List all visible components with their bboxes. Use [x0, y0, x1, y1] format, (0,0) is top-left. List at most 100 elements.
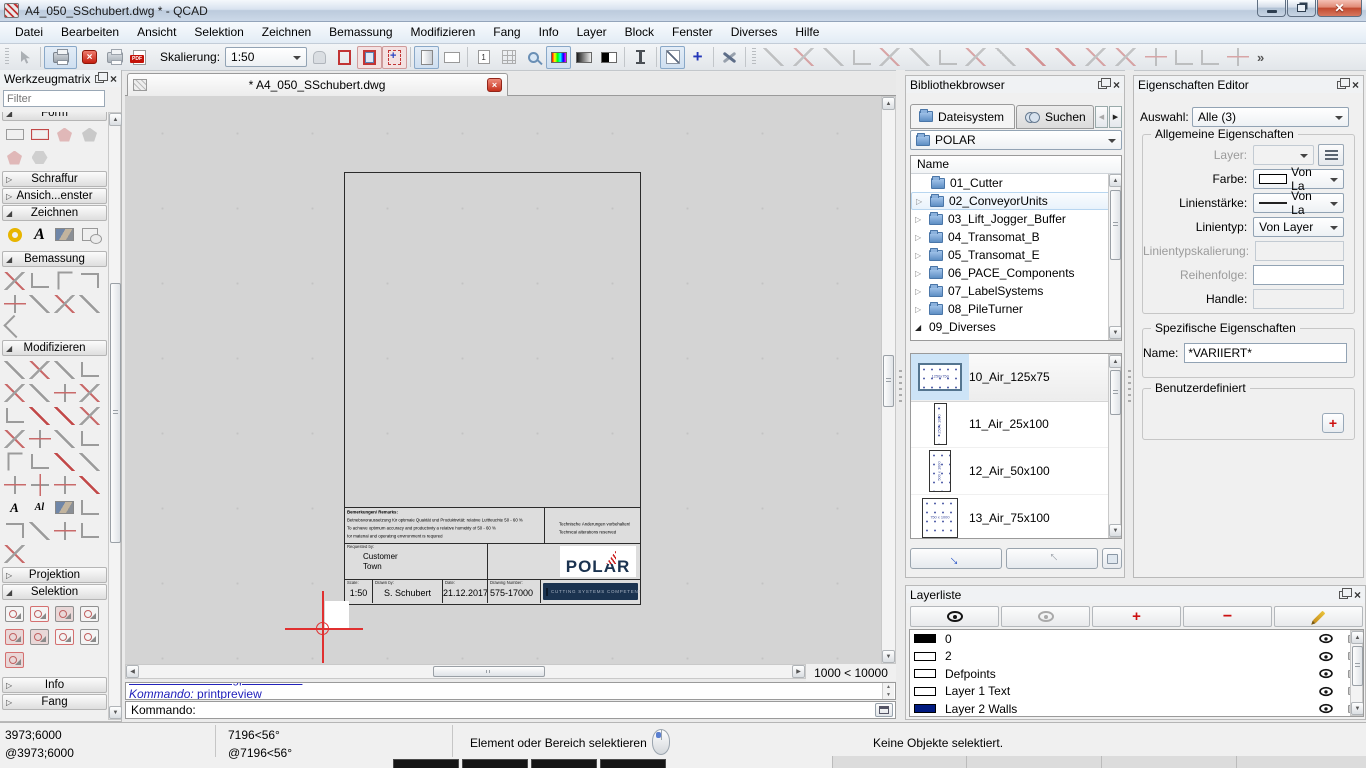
mirror-tool-icon[interactable] — [763, 48, 785, 66]
paper-fixed-button[interactable] — [357, 46, 382, 69]
layer-visible-icon[interactable] — [1319, 687, 1333, 696]
list-scrollbar[interactable]: ▲ ▼ — [1108, 354, 1121, 538]
modify-tool[interactable] — [2, 358, 27, 381]
tree-item-07-labelsystems[interactable]: ▷ 07_LabelSystems — [911, 282, 1121, 300]
menu-diverses[interactable]: Diverses — [722, 22, 787, 43]
modify-tool[interactable] — [52, 381, 77, 404]
tree-item-02-conveyorunits[interactable]: ▷ 02_ConveyorUnits — [911, 192, 1121, 210]
modify-tool[interactable] — [77, 381, 102, 404]
select-tool[interactable] — [2, 648, 27, 671]
hexagon-tool[interactable] — [27, 146, 52, 169]
color-combobox[interactable]: Von La — [1253, 169, 1344, 189]
tab-suchen[interactable]: Suchen — [1016, 105, 1094, 129]
modify-tool[interactable]: Al — [27, 496, 52, 519]
menu-fang[interactable]: Fang — [484, 22, 529, 43]
layer-row-2[interactable]: 2 — [910, 648, 1363, 666]
tree-item-03-lift-jogger-buffer[interactable]: ▷ 03_Lift_Jogger_Buffer — [911, 210, 1121, 228]
modify-tool[interactable] — [2, 450, 27, 473]
modify-tool[interactable] — [27, 450, 52, 473]
modify-tool[interactable] — [2, 427, 27, 450]
insert-block-button[interactable]: → — [910, 548, 1002, 569]
layer-visible-icon[interactable] — [1319, 634, 1333, 643]
lineweight-button[interactable] — [628, 46, 653, 69]
menu-hilfe[interactable]: Hilfe — [786, 22, 828, 43]
remove-layer-button[interactable]: − — [1183, 606, 1272, 627]
dim-horizontal-tool[interactable] — [52, 269, 77, 292]
selection-pointer-button[interactable] — [12, 46, 37, 69]
menu-info[interactable]: Info — [530, 22, 568, 43]
menu-modifizieren[interactable]: Modifizieren — [402, 22, 485, 43]
section-modifizieren[interactable]: ◢ Modifizieren — [2, 340, 107, 356]
draworder-input[interactable] — [1253, 265, 1344, 285]
expand-icon[interactable]: ▷ — [915, 305, 929, 314]
menu-bemassung[interactable]: Bemassung — [320, 22, 401, 43]
modify-tool[interactable] — [27, 358, 52, 381]
scrollbar-thumb[interactable] — [1110, 190, 1121, 260]
lineweight-combobox[interactable]: Von La — [1253, 193, 1344, 213]
text-tool[interactable]: A — [27, 223, 52, 246]
select-tool[interactable] — [2, 625, 27, 648]
float-panel-icon[interactable] — [1098, 81, 1107, 89]
explode-tool-icon[interactable] — [995, 48, 1017, 66]
layer-row-layer2walls[interactable]: Layer 2 Walls — [910, 700, 1363, 717]
filter-input[interactable] — [3, 90, 105, 107]
menu-fenster[interactable]: Fenster — [663, 22, 722, 43]
modify-tool[interactable] — [52, 519, 77, 542]
menu-block[interactable]: Block — [616, 22, 663, 43]
polygon2-tool[interactable] — [77, 123, 102, 146]
draft-mode-button[interactable] — [660, 46, 685, 69]
scroll-down-icon[interactable]: ▼ — [1351, 702, 1364, 715]
modify-tool[interactable] — [52, 473, 77, 496]
select-tool[interactable] — [27, 625, 52, 648]
tab-dateisystem[interactable]: Dateisystem — [910, 104, 1015, 129]
command-history[interactable]: Kommando: drawingpreferences Kommando: p… — [125, 682, 896, 700]
selection-combobox[interactable]: Alle (3) — [1192, 107, 1349, 127]
dim-vertical-tool[interactable] — [77, 269, 102, 292]
scrollbar-thumb[interactable] — [883, 355, 894, 407]
toolbar-overflow-chevron[interactable]: » — [1257, 50, 1264, 65]
float-panel-icon[interactable] — [95, 75, 104, 83]
modify-tool[interactable] — [77, 404, 102, 427]
rotate-tool-icon[interactable] — [879, 48, 901, 66]
tree-item-01-cutter[interactable]: 01_Cutter — [911, 174, 1121, 192]
hide-all-layers-button[interactable] — [1001, 606, 1090, 627]
grayscale-button[interactable] — [571, 46, 596, 69]
dim-ordinate-tool[interactable] — [2, 292, 27, 315]
library-path-combo[interactable]: POLAR — [910, 130, 1122, 149]
tool-matrix-scrollbar[interactable]: ▲ ▼ — [108, 112, 121, 720]
close-panel-icon[interactable]: × — [1352, 80, 1359, 90]
refresh-library-button[interactable] — [1102, 548, 1122, 569]
layer-scrollbar[interactable]: ▲ ▼ — [1350, 630, 1363, 716]
section-fang[interactable]: ▷ Fang — [2, 694, 107, 710]
paper-border-button[interactable] — [332, 46, 357, 69]
tree-scrollbar[interactable]: ▲ ▼ — [1108, 174, 1121, 340]
section-schraffur[interactable]: ▷ Schraffur — [2, 171, 107, 187]
scroll-down-icon[interactable]: ▼ — [886, 692, 891, 698]
layer-list-button[interactable] — [1318, 144, 1344, 166]
scroll-up-icon[interactable]: ▲ — [886, 684, 891, 690]
toolbar-drag-handle[interactable] — [5, 48, 9, 66]
modify-tool[interactable] — [27, 381, 52, 404]
collapse-icon[interactable]: ◢ — [915, 323, 929, 332]
scroll-down-icon[interactable]: ▼ — [882, 650, 895, 663]
paper-origin-button[interactable] — [382, 46, 407, 69]
edit-layer-button[interactable] — [1274, 606, 1363, 627]
menu-selektion[interactable]: Selektion — [185, 22, 252, 43]
select-tool[interactable] — [52, 602, 77, 625]
command-input[interactable] — [199, 703, 875, 717]
expand-icon[interactable]: ▷ — [915, 251, 929, 260]
history-scroll-arrows[interactable]: ▲▼ — [882, 683, 894, 699]
multi-page-button[interactable] — [496, 46, 521, 69]
library-item-12[interactable]: 500 x 1000 12_Air_50x100 — [911, 448, 1121, 495]
add-layer-button[interactable]: + — [1092, 606, 1181, 627]
black-white-button[interactable] — [596, 46, 621, 69]
scroll-down-icon[interactable]: ▼ — [109, 706, 122, 719]
tab-scroll-left-button[interactable]: ◀ — [1095, 106, 1108, 128]
linetype-combobox[interactable]: Von Layer — [1253, 217, 1344, 237]
scroll-down-icon[interactable]: ▼ — [1109, 326, 1122, 339]
modify-tool[interactable] — [27, 519, 52, 542]
dim-diametric-tool[interactable] — [77, 292, 102, 315]
expand-icon[interactable]: ▷ — [915, 269, 929, 278]
tab-scroll-right-button[interactable]: ▶ — [1109, 106, 1122, 128]
select-tool[interactable] — [27, 602, 52, 625]
